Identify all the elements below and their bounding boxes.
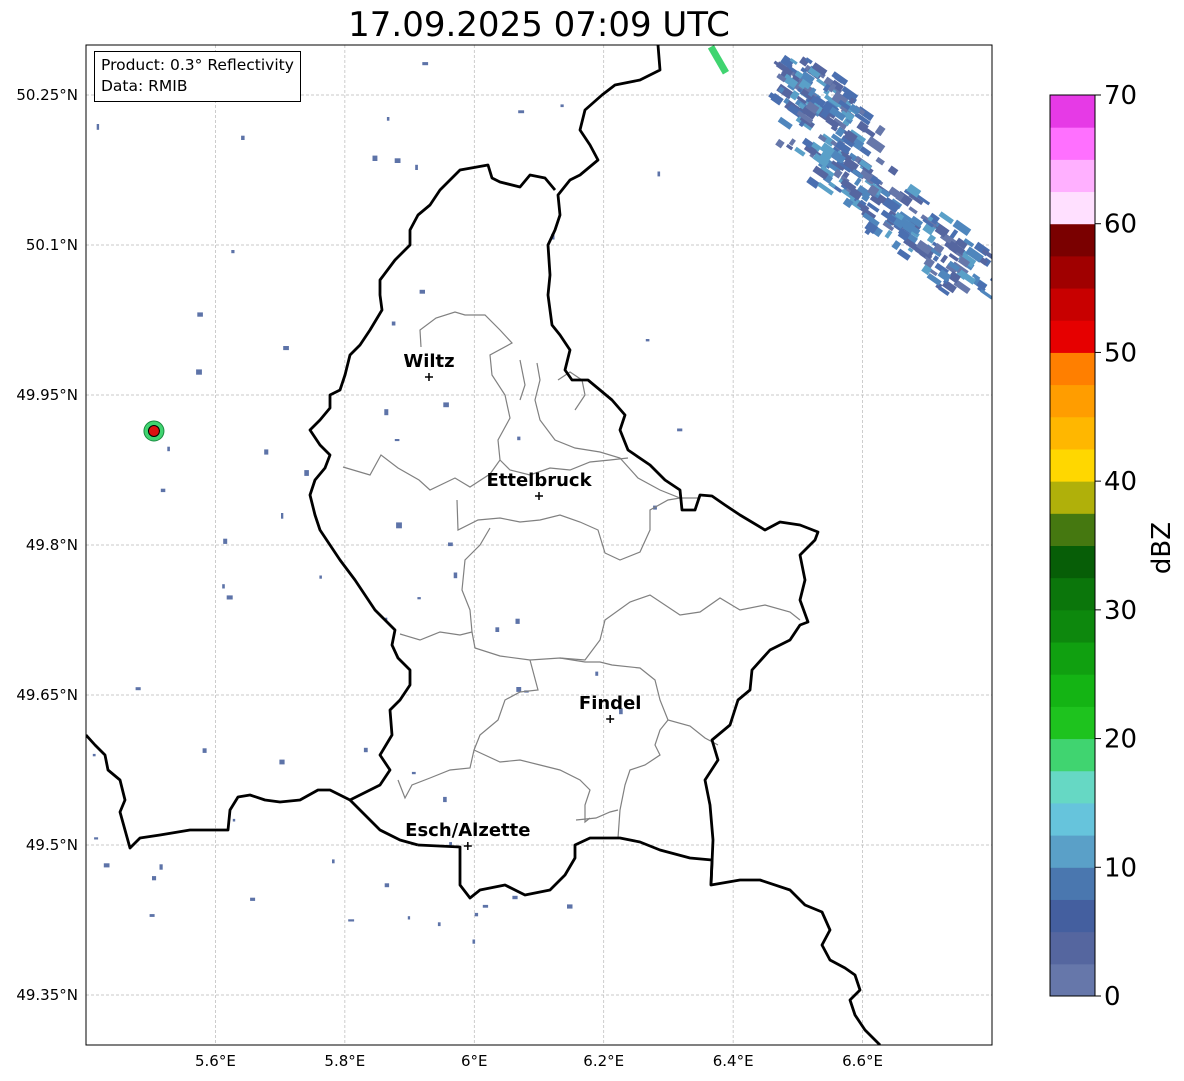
colorbar-tick-label: 50 xyxy=(1104,338,1137,368)
colorbar-tick-label: 70 xyxy=(1104,81,1137,111)
colorbar-segment xyxy=(1050,191,1095,225)
colorbar-segment xyxy=(1050,159,1095,193)
colorbar-segment xyxy=(1050,577,1095,611)
colorbar-segment xyxy=(1050,738,1095,772)
colorbar-segment xyxy=(1050,835,1095,868)
colorbar-segment xyxy=(1050,642,1095,675)
colorbar-segment xyxy=(1050,127,1095,160)
colorbar-segment xyxy=(1050,706,1095,740)
colorbar-segment xyxy=(1050,963,1095,997)
colorbar-segment xyxy=(1050,255,1095,289)
colorbar-segment xyxy=(1050,95,1095,128)
colorbar-segment xyxy=(1050,416,1095,450)
colorbar-segment xyxy=(1050,448,1095,482)
colorbar: 0 10 20 30 40 50 60 70 dBZ xyxy=(1049,81,1177,1012)
colorbar-tick-label: 60 xyxy=(1104,210,1137,240)
colorbar-segment xyxy=(1050,802,1095,836)
colorbar-segment xyxy=(1050,223,1095,257)
colorbar-segment xyxy=(1050,899,1095,933)
colorbar-segment xyxy=(1050,288,1095,321)
colorbar-tick-label: 20 xyxy=(1104,725,1137,755)
colorbar-tick-label: 0 xyxy=(1104,982,1121,1012)
colorbar-tick-label: 40 xyxy=(1104,467,1137,497)
colorbar-label: dBZ xyxy=(1147,522,1177,574)
colorbar-tick-label: 10 xyxy=(1104,853,1137,883)
colorbar-segment xyxy=(1050,931,1095,965)
colorbar-segments xyxy=(1050,95,1095,997)
colorbar-segment xyxy=(1050,320,1095,353)
colorbar-segment xyxy=(1050,352,1095,386)
colorbar-segment xyxy=(1050,867,1095,900)
colorbar-segment xyxy=(1050,674,1095,707)
colorbar-tick-label: 30 xyxy=(1104,596,1137,626)
colorbar-segment xyxy=(1050,513,1095,546)
colorbar-segment xyxy=(1050,384,1095,418)
colorbar-segment xyxy=(1050,609,1095,643)
colorbar-segment xyxy=(1050,770,1095,804)
colorbar-segment xyxy=(1050,481,1095,514)
colorbar-ticks: 0 10 20 30 40 50 60 70 xyxy=(1095,81,1137,1012)
colorbar-segment xyxy=(1050,545,1095,579)
